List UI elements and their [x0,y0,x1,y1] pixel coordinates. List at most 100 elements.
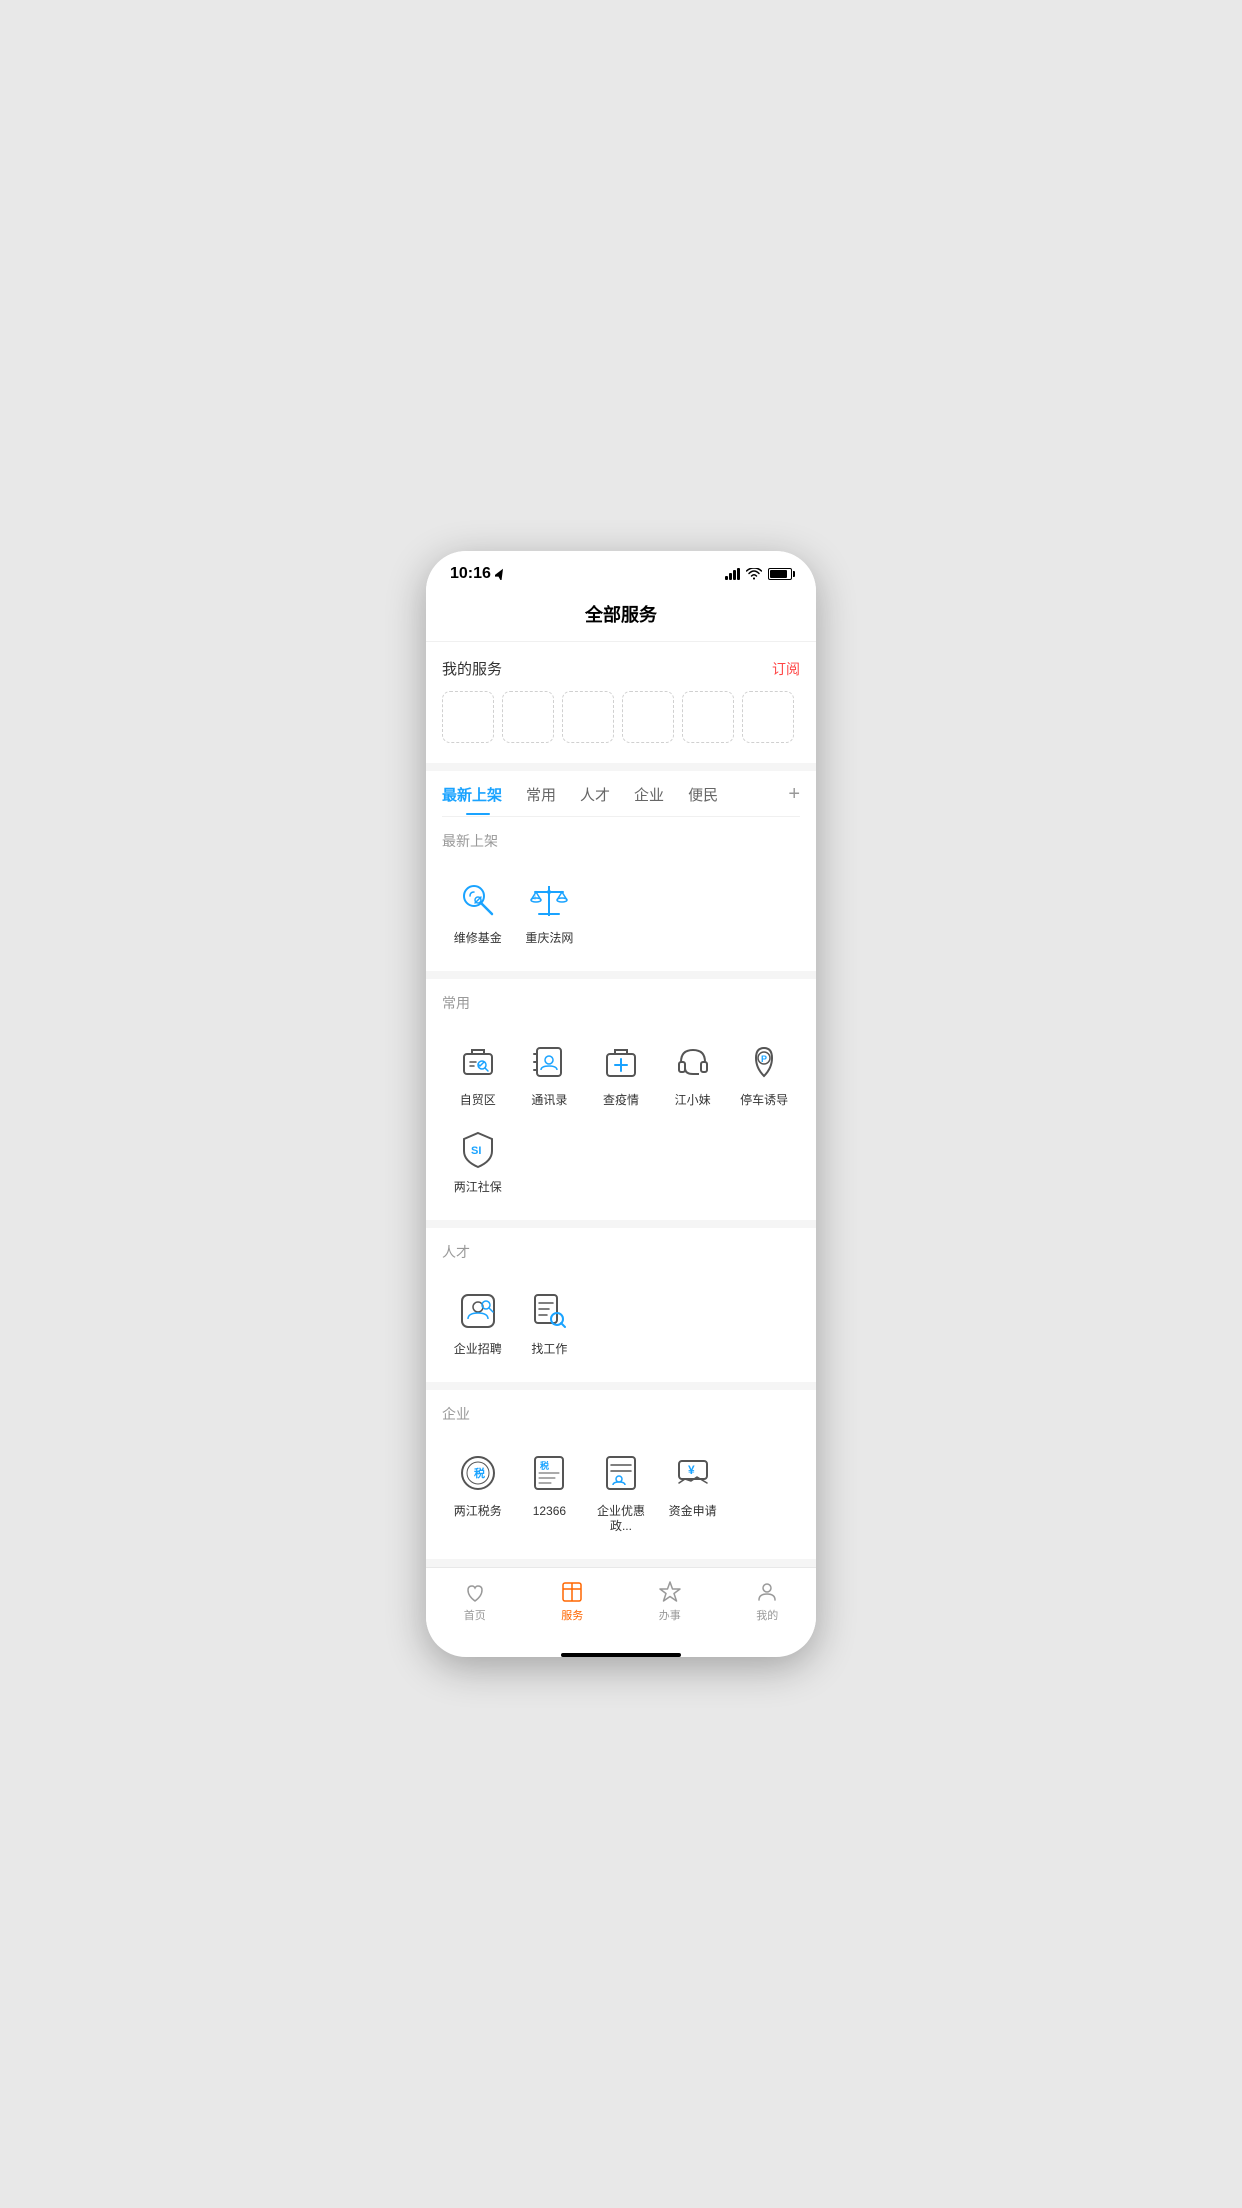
svg-text:SI: SI [471,1145,481,1157]
service-name-liangjiangshebao: 两江社保 [454,1180,502,1196]
header: 全部服务 [426,591,816,642]
section-enterprise: 企业 税 两江税务 [426,1390,816,1559]
status-time: 10:16 [450,565,505,583]
svg-text:¥: ¥ [688,1463,695,1477]
signal-bars-icon [725,568,740,580]
service-item-zimaqu[interactable]: 自贸区 [442,1029,514,1117]
doc-person-icon [599,1451,643,1495]
nav-label-home: 首页 [464,1607,486,1623]
nav-label-service: 服务 [561,1607,583,1623]
service-item-tingcheyoudao[interactable]: P 停车诱导 [728,1029,800,1117]
service-item-liangjiangshebao[interactable]: SI 两江社保 [442,1116,514,1204]
service-name-jiangxiaomei: 江小妹 [675,1093,711,1109]
service-item-chayiqing[interactable]: 查疫情 [585,1029,657,1117]
service-name-zimaqu: 自贸区 [460,1093,496,1109]
service-name-qiyezhaopin: 企业招聘 [454,1342,502,1358]
section-talent-title: 人才 [426,1228,816,1270]
nav-item-mine[interactable]: 我的 [719,1576,817,1627]
search-tool-icon [456,878,500,922]
scale-icon [527,878,571,922]
section-latest-grid: 维修基金 [426,859,816,971]
svg-text:税: 税 [474,1466,485,1480]
doc-search-icon [527,1289,571,1333]
service-item-zhaogongzuo[interactable]: 找工作 [514,1278,586,1366]
tab-common[interactable]: 常用 [514,784,568,815]
svg-text:P: P [761,1054,767,1064]
briefcase-key-icon [456,1040,500,1084]
my-services-placeholders [442,691,800,747]
my-services-header: 我的服务 订阅 [442,658,800,679]
battery-icon [768,568,792,580]
tab-civil[interactable]: 便民 [676,784,730,815]
status-icons [725,568,792,580]
money-hand-icon: ¥ [671,1451,715,1495]
service-name-qiyeyouhuizheng: 企业优惠政... [589,1504,653,1535]
my-services-label: 我的服务 [442,658,502,679]
section-enterprise-grid: 税 两江税务 税 [426,1432,816,1559]
service-item-weixin-jijin[interactable]: 维修基金 [442,867,514,955]
nav-label-affairs: 办事 [659,1607,681,1623]
service-item-qiyeyouhuizheng[interactable]: 企业优惠政... [585,1440,657,1543]
star-icon [658,1580,682,1604]
nav-item-affairs[interactable]: 办事 [621,1576,719,1627]
placeholder-slot [562,691,614,743]
phone-frame: 10:16 全部服务 [426,551,816,1657]
service-item-qiyezhaopin[interactable]: 企业招聘 [442,1278,514,1366]
placeholder-slot [442,691,494,743]
tax-doc-icon: 税 [527,1451,571,1495]
page-title: 全部服务 [585,605,657,625]
service-name-weixin-jijin: 维修基金 [454,931,502,947]
headphones-icon [671,1040,715,1084]
service-name-liangjangshuiwu: 两江税务 [454,1504,502,1520]
status-bar: 10:16 [426,551,816,591]
placeholder-slot [622,691,674,743]
location-arrow-icon [495,568,505,580]
service-name-12366: 12366 [533,1504,566,1520]
tabs: 最新上架 常用 人才 企业 便民 + [442,771,800,817]
service-item-zijinshenqing[interactable]: ¥ 资金申请 [657,1440,729,1543]
service-item-jiangxiaomei[interactable]: 江小妹 [657,1029,729,1117]
section-talent: 人才 企业招聘 [426,1228,816,1382]
heart-icon [463,1580,487,1604]
tab-latest[interactable]: 最新上架 [442,784,514,815]
content-area[interactable]: 我的服务 订阅 最新上架 常用 [426,642,816,1567]
service-name-tongxunlu: 通讯录 [531,1093,567,1109]
nav-item-service[interactable]: 服务 [524,1576,622,1627]
tab-enterprise[interactable]: 企业 [622,784,676,815]
section-common-title: 常用 [426,979,816,1021]
tab-add-button[interactable]: + [788,783,800,816]
person-search-icon [456,1289,500,1333]
shield-si-icon: SI [456,1127,500,1171]
service-name-chayiqing: 查疫情 [603,1093,639,1109]
tab-talent[interactable]: 人才 [568,784,622,815]
service-item-12366[interactable]: 税 12366 [514,1440,586,1543]
placeholder-slot [742,691,794,743]
tax-circle-icon: 税 [456,1451,500,1495]
section-latest-title: 最新上架 [426,817,816,859]
service-name-tingcheyoudao: 停车诱导 [740,1093,788,1109]
placeholder-slot [682,691,734,743]
service-item-liangjangshuiwu[interactable]: 税 两江税务 [442,1440,514,1543]
medical-bag-icon [599,1040,643,1084]
person-icon [755,1580,779,1604]
svg-text:税: 税 [540,1460,549,1471]
wifi-icon [746,568,762,580]
service-name-zhaogongzuo: 找工作 [531,1342,567,1358]
service-icon [560,1580,584,1604]
service-name-zijinshenqing: 资金申请 [669,1504,717,1520]
service-item-chongqing-fawang[interactable]: 重庆法网 [514,867,586,955]
section-latest: 最新上架 维修基金 [426,817,816,971]
bottom-nav: 首页 服务 办事 我的 [426,1567,816,1647]
section-common: 常用 自贸区 [426,979,816,1220]
section-talent-grid: 企业招聘 找工作 [426,1270,816,1382]
tabs-and-latest: 最新上架 常用 人才 企业 便民 + 最新上架 [426,771,816,971]
nav-label-mine: 我的 [756,1607,778,1623]
section-enterprise-title: 企业 [426,1390,816,1432]
phone-book-icon [527,1040,571,1084]
service-name-chongqing-fawang: 重庆法网 [525,931,573,947]
my-services-section: 我的服务 订阅 [426,642,816,763]
subscribe-button[interactable]: 订阅 [772,659,800,679]
section-common-grid: 自贸区 通讯录 [426,1021,816,1220]
nav-item-home[interactable]: 首页 [426,1576,524,1627]
service-item-tongxunlu[interactable]: 通讯录 [514,1029,586,1117]
